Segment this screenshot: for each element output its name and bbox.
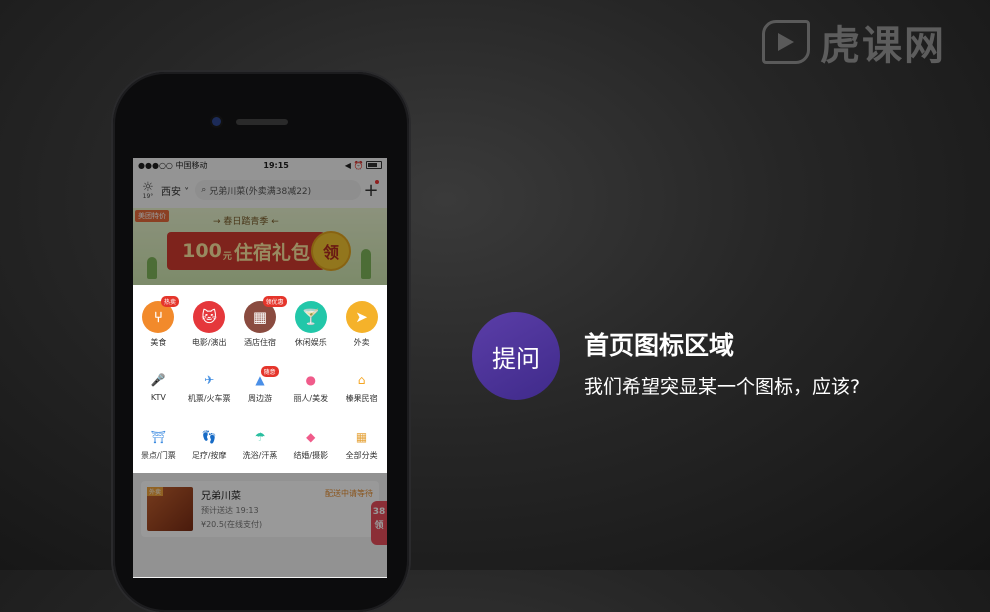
category-label: 丽人/美发: [293, 394, 329, 403]
play-logo-icon: [762, 20, 810, 64]
shower-icon: ☂: [254, 430, 266, 444]
tree-decoration: [361, 249, 371, 279]
earpiece-speaker: [236, 119, 288, 125]
tree-decoration: [147, 257, 157, 279]
category-label: 电影/演出: [191, 338, 227, 347]
order-status: 配送中请等待: [325, 489, 373, 498]
question-badge: 提问: [472, 312, 560, 400]
category-label: 景点/门票: [141, 451, 176, 460]
notification-dot: [375, 179, 379, 184]
carrier-label: ●●●○○ 中国移动: [138, 160, 208, 170]
order-tag: 外卖: [147, 487, 164, 496]
banner-subtitle: → 春日踏青季 ←: [213, 217, 279, 227]
search-icon: ⌕: [201, 185, 207, 195]
clock: 19:15: [263, 160, 289, 170]
top-search-bar: ☼ 19° 西安 ˅ ⌕ 兄弟川菜(外卖满38减22) +: [133, 172, 387, 208]
cat-mask-icon: 🐱: [193, 301, 226, 333]
side-promo-tag[interactable]: 38 领: [371, 501, 387, 545]
front-camera: [212, 117, 221, 126]
category-item[interactable]: ➤ 外卖: [336, 301, 387, 348]
category-item[interactable]: 🎤 KTV: [133, 371, 184, 404]
category-item[interactable]: ☂ 洗浴/汗蒸: [235, 428, 286, 461]
category-label: 洗浴/汗蒸: [242, 451, 278, 460]
claim-badge[interactable]: 领: [313, 233, 349, 269]
category-item[interactable]: ▲ 周边游 随意: [235, 366, 286, 404]
primary-category-row: ⑂ 美食 热卖 🐱 电影/演出 ▦ 酒店住宿 领优惠 🍸 休闲娱乐 ➤ 外卖: [133, 296, 387, 348]
status-right: ◀ ⏰: [345, 161, 382, 170]
tertiary-category-row: ⛩ 景点/门票 👣 足疗/按摩 ☂ 洗浴/汗蒸 ◆ 结婚/摄影 ▦ 全部分类: [133, 428, 387, 461]
banner-amount: 100: [182, 240, 222, 262]
category-label: 酒店住宿: [243, 338, 276, 347]
category-item[interactable]: 🐱 电影/演出: [184, 301, 235, 348]
category-label: 周边游: [247, 394, 272, 403]
banner-unit: 元: [222, 251, 232, 262]
chevron-down-icon: ˅: [181, 186, 190, 198]
banner-text: 住宿礼包: [233, 241, 310, 264]
order-thumbnail: 外卖: [147, 487, 193, 531]
category-label: 机票/火车票: [187, 394, 231, 403]
search-input[interactable]: ⌕ 兄弟川菜(外卖满38减22): [195, 180, 361, 200]
category-badge: 领优惠: [262, 296, 287, 307]
phone-mockup: ●●●○○ 中国移动 19:15 ◀ ⏰ ☼ 19° 西安 ˅ ⌕ 兄弟川菜(外…: [113, 72, 409, 612]
category-label: 休闲娱乐: [294, 338, 327, 347]
category-icon-grid: ⑂ 美食 热卖 🐱 电影/演出 ▦ 酒店住宿 领优惠 🍸 休闲娱乐 ➤ 外卖 🎤 KTV ✈ 机票/火车票 ▲…: [133, 285, 387, 473]
grid-icon: ▦: [355, 430, 368, 444]
cocktail-icon: 🍸: [294, 301, 327, 333]
category-item[interactable]: ⑂ 美食 热卖: [133, 296, 184, 348]
category-label: 结婚/摄影: [293, 451, 329, 460]
plane-icon: ✈: [204, 373, 215, 387]
category-item[interactable]: ✈ 机票/火车票: [184, 371, 235, 404]
category-item[interactable]: ⌂ 榛果民宿: [336, 371, 387, 404]
category-badge: 热卖: [161, 296, 180, 307]
category-item[interactable]: ▦ 酒店住宿 领优惠: [235, 296, 287, 348]
category-item[interactable]: 🍸 休闲娱乐: [285, 301, 336, 348]
category-item[interactable]: ⛩ 景点/门票: [133, 428, 184, 461]
weather-widget[interactable]: ☼ 19°: [139, 181, 157, 200]
category-label: 足疗/按摩: [191, 451, 227, 460]
microphone-icon: 🎤: [150, 373, 166, 387]
dimmed-order-region: 外卖 兄弟川菜 配送中请等待 预计送达 19:13 ¥20.5(在线支付) 38…: [133, 473, 387, 577]
question-label: 提问: [492, 344, 540, 373]
foot-icon: 👣: [201, 430, 217, 444]
battery-icon: [366, 161, 382, 169]
promo-banner[interactable]: 美团特价 → 春日踏青季 ← 100 元 住宿礼包 领: [133, 208, 387, 285]
pagoda-icon: ⛩: [150, 430, 166, 444]
secondary-category-row: 🎤 KTV ✈ 机票/火车票 ▲ 周边游 随意 ● 丽人/美发 ⌂ 榛果民宿: [133, 366, 387, 404]
category-item[interactable]: 👣 足疗/按摩: [184, 428, 235, 461]
question-text: 我们希望突显某一个图标，应该?: [584, 376, 861, 398]
phone-screen: ●●●○○ 中国移动 19:15 ◀ ⏰ ☼ 19° 西安 ˅ ⌕ 兄弟川菜(外…: [133, 158, 387, 578]
order-eta: 预计送达 19:13: [201, 506, 259, 515]
section-title: 首页图标区域: [584, 331, 735, 360]
category-label: 榛果民宿: [345, 394, 378, 403]
add-button[interactable]: +: [361, 179, 381, 201]
woman-icon: ●: [305, 373, 317, 387]
banner-headline: 100 元 住宿礼包: [167, 232, 325, 270]
city-selector[interactable]: 西安 ˅: [161, 183, 189, 198]
category-badge: 随意: [260, 366, 279, 377]
house-icon: ⌂: [357, 373, 366, 387]
delivery-icon: ➤: [345, 301, 378, 333]
watermark-logo: 虎课网: [762, 16, 972, 69]
sun-icon: ☼: [142, 179, 154, 195]
category-item[interactable]: ● 丽人/美发: [285, 371, 336, 404]
recent-order-card[interactable]: 外卖 兄弟川菜 配送中请等待 预计送达 19:13 ¥20.5(在线支付): [141, 481, 379, 537]
category-item[interactable]: ▦ 全部分类: [336, 428, 387, 461]
category-item[interactable]: ◆ 结婚/摄影: [285, 428, 336, 461]
banner-tag: 美团特价: [135, 210, 169, 222]
dimmed-header-region: ●●●○○ 中国移动 19:15 ◀ ⏰ ☼ 19° 西安 ˅ ⌕ 兄弟川菜(外…: [133, 158, 387, 285]
order-restaurant: 兄弟川菜: [201, 491, 241, 502]
watermark-text: 虎课网: [820, 23, 946, 69]
order-price: ¥20.5(在线支付): [201, 520, 263, 529]
category-label: 全部分类: [345, 451, 378, 460]
category-label: KTV: [150, 393, 166, 402]
category-label: 美食: [150, 338, 167, 347]
category-label: 外卖: [353, 338, 370, 347]
status-bar: ●●●○○ 中国移动 19:15 ◀ ⏰: [133, 158, 387, 172]
diamond-icon: ◆: [306, 430, 316, 444]
search-placeholder: 兄弟川菜(外卖满38减22): [209, 186, 312, 197]
